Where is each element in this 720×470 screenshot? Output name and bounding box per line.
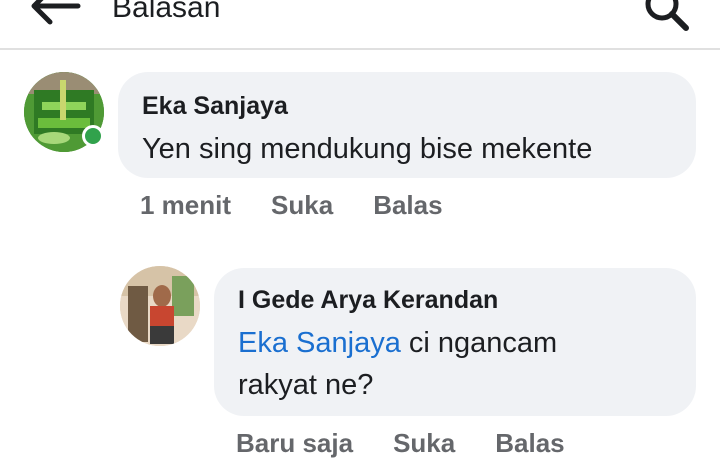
comment-text-line1: ci ngancam <box>400 327 558 359</box>
comment-timestamp[interactable]: Baru saja <box>236 428 353 459</box>
comment-author[interactable]: I Gede Arya Kerandan <box>238 284 672 316</box>
reply-button[interactable]: Balas <box>495 428 564 459</box>
like-button[interactable]: Suka <box>393 428 455 459</box>
replies-screen: Balasan Eka Sanjaya Yen sing mendukung b… <box>0 0 720 470</box>
page-title: Balasan <box>112 0 221 24</box>
comment-actions: 1 menit Suka Balas <box>140 190 483 221</box>
comment-bubble: I Gede Arya Kerandan Eka Sanjaya ci ngan… <box>214 268 696 416</box>
avatar-photo <box>120 266 200 346</box>
comment-bubble: Eka Sanjaya Yen sing mendukung bise meke… <box>118 72 696 178</box>
comment-actions: Baru saja Suka Balas <box>236 428 605 459</box>
search-icon[interactable] <box>642 0 690 32</box>
mention-link[interactable]: Eka Sanjaya <box>238 327 401 359</box>
avatar[interactable] <box>120 266 200 346</box>
comment-text: Eka Sanjaya ci ngancam rakyat ne? <box>238 322 672 406</box>
comment-text-line2: rakyat ne? <box>238 369 374 401</box>
comment-author[interactable]: Eka Sanjaya <box>142 90 672 122</box>
comment-text: Yen sing mendukung bise mekente <box>142 133 593 165</box>
like-button[interactable]: Suka <box>271 190 333 221</box>
header-bar: Balasan <box>0 0 720 50</box>
comment-timestamp[interactable]: 1 menit <box>140 190 231 221</box>
arrow-left-icon[interactable] <box>30 0 82 26</box>
online-status-indicator <box>82 125 104 147</box>
reply-button[interactable]: Balas <box>373 190 442 221</box>
